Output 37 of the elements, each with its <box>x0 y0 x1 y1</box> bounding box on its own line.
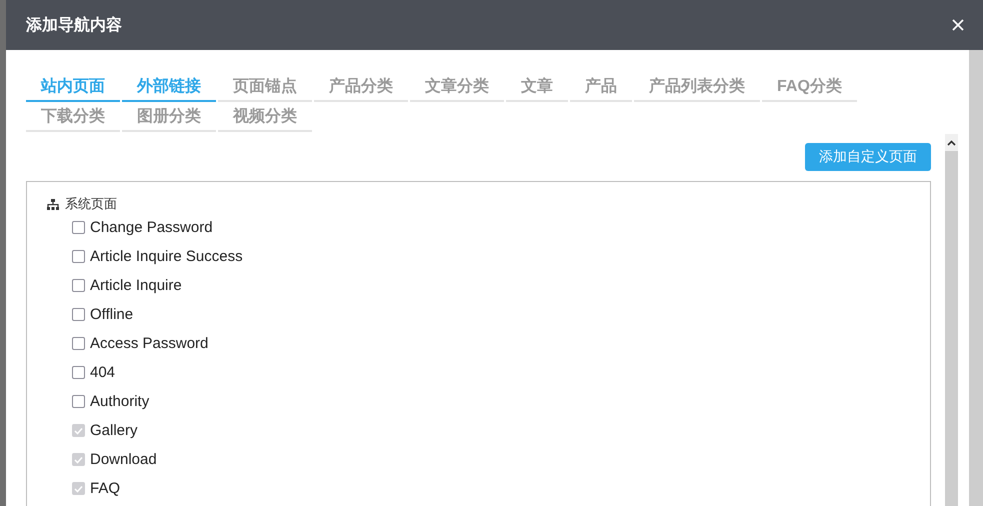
tab[interactable]: 页面锚点 <box>218 72 312 102</box>
tab[interactable]: 产品分类 <box>314 72 408 102</box>
checkbox[interactable] <box>72 308 85 321</box>
checkbox[interactable] <box>72 395 85 408</box>
checkbox-label: Article Inquire <box>90 277 182 294</box>
tab[interactable]: 视频分类 <box>218 102 312 132</box>
checkbox[interactable] <box>72 337 85 350</box>
tab[interactable]: 文章分类 <box>410 72 504 102</box>
checkbox[interactable] <box>72 366 85 379</box>
checkbox[interactable] <box>72 279 85 292</box>
tab[interactable]: 文章 <box>506 72 568 102</box>
tab[interactable]: 下载分类 <box>26 102 120 132</box>
checkbox-label: FAQ <box>90 480 120 497</box>
checkbox[interactable] <box>72 250 85 263</box>
tab[interactable]: 图册分类 <box>122 102 216 132</box>
checkbox[interactable] <box>72 221 85 234</box>
tab[interactable]: 站内页面 <box>26 72 120 102</box>
tab[interactable]: 产品列表分类 <box>634 72 760 102</box>
checkbox-label: 404 <box>90 364 116 381</box>
tab[interactable]: 外部链接 <box>122 72 216 102</box>
checkbox-label: Article Inquire Success <box>90 248 243 265</box>
checkbox-label: Access Password <box>90 335 208 352</box>
checkbox-label: Authority <box>90 393 150 410</box>
scrollbar[interactable] <box>969 50 983 506</box>
tab[interactable]: 产品 <box>570 72 632 102</box>
close-icon[interactable] <box>952 19 964 31</box>
scrollbar[interactable] <box>945 134 958 506</box>
add-page-button[interactable]: 添加自定义页面 <box>805 143 931 171</box>
sitemap-icon <box>47 198 59 210</box>
checkbox-label: Offline <box>90 306 134 323</box>
tree-node-label[interactable]: 系统页面 <box>65 195 117 213</box>
checkbox-label: Download <box>90 451 157 468</box>
checkbox-label: Change Password <box>90 219 213 236</box>
tab[interactable]: FAQ分类 <box>762 72 857 102</box>
dialog-title: 添加导航内容 <box>26 15 122 36</box>
scroll-up-icon[interactable] <box>947 140 956 146</box>
checkbox-label: Gallery <box>90 422 138 439</box>
